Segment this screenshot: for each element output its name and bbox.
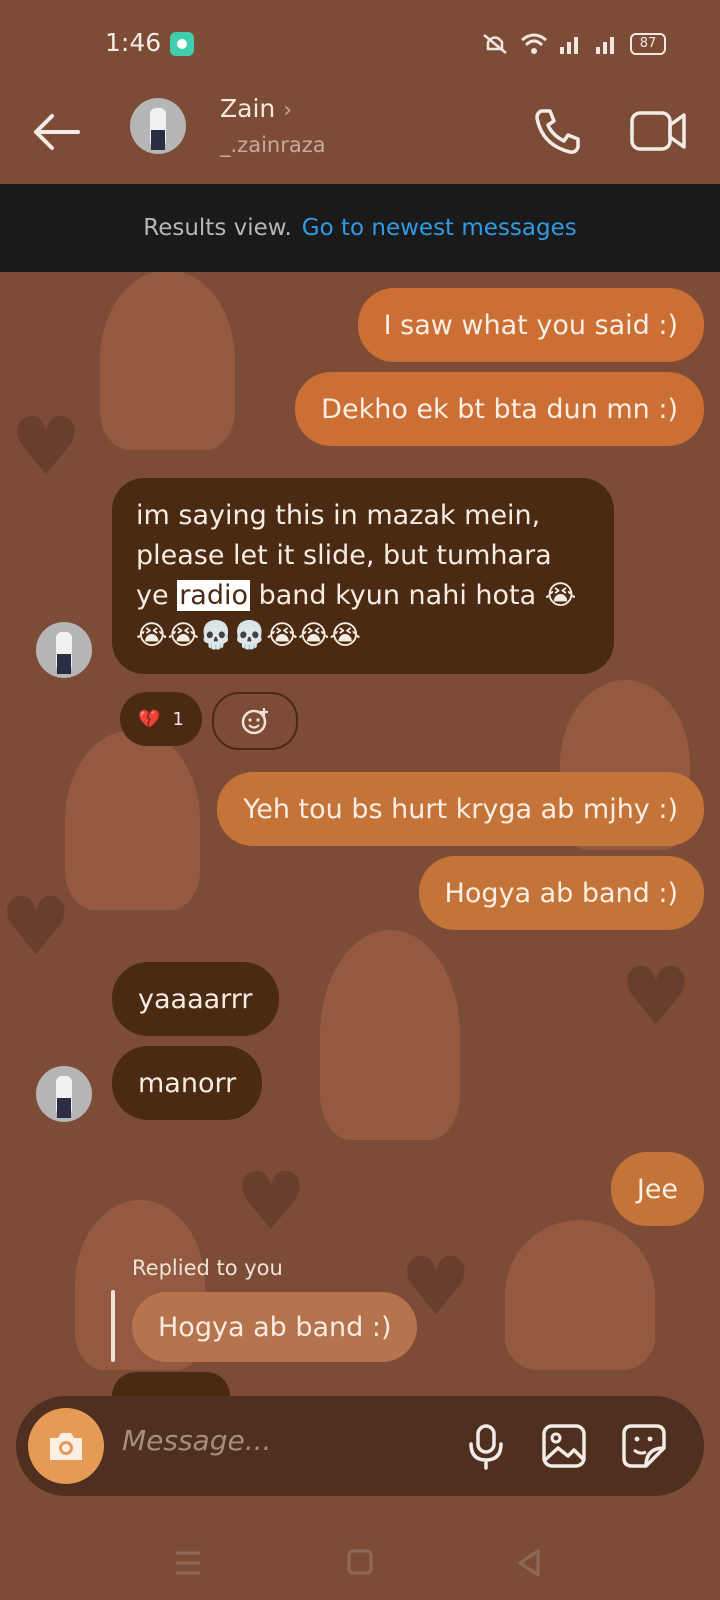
contact-name[interactable]: Zain › — [220, 94, 292, 123]
sticker-icon[interactable] — [620, 1422, 668, 1470]
message-composer — [16, 1396, 704, 1496]
go-to-newest-link[interactable]: Go to newest messages — [302, 215, 577, 241]
message-incoming[interactable]: im saying this in mazak mein, please let… — [112, 478, 614, 674]
wallpaper-cup — [320, 930, 460, 1140]
message-outgoing[interactable]: I saw what you said :) — [357, 288, 704, 362]
wallpaper-cup — [100, 270, 235, 450]
replied-to-label: Replied to you — [132, 1256, 283, 1280]
wallpaper-heart: ♥ — [235, 1155, 307, 1248]
phone-icon[interactable] — [532, 105, 584, 157]
wifi-icon — [521, 33, 547, 54]
message-outgoing[interactable]: Hogya ab band :) — [418, 856, 704, 930]
video-camera-icon[interactable] — [630, 107, 688, 155]
status-bar: 1:46 87 — [0, 0, 720, 90]
wallpaper-heart: ♥ — [620, 950, 692, 1043]
wallpaper-heart: ♥ — [0, 880, 72, 973]
reaction-count: 1 — [172, 708, 184, 730]
message-input[interactable]: Message... — [122, 1424, 271, 1457]
message-outgoing[interactable]: Jee — [610, 1152, 704, 1226]
avatar[interactable] — [36, 622, 92, 678]
results-view-banner: Results view. Go to newest messages — [0, 184, 720, 272]
avatar[interactable] — [130, 98, 186, 154]
microphone-icon[interactable] — [462, 1422, 510, 1470]
results-view-label: Results view. — [143, 215, 292, 241]
gallery-icon[interactable] — [540, 1422, 588, 1470]
wallpaper-heart: ♥ — [10, 400, 82, 493]
battery-indicator: 87 — [630, 33, 666, 55]
home-icon[interactable] — [346, 1548, 374, 1576]
avatar[interactable] — [36, 1066, 92, 1122]
search-highlight: radio — [177, 580, 250, 611]
message-incoming-partial[interactable] — [112, 1372, 230, 1396]
signal-icon — [560, 37, 578, 54]
wallpaper-cup — [65, 730, 200, 910]
system-nav-bar — [0, 1520, 720, 1600]
message-incoming[interactable]: manorr — [112, 1046, 263, 1120]
menu-icon[interactable] — [174, 1550, 202, 1576]
back-arrow-icon[interactable] — [30, 112, 82, 152]
message-outgoing[interactable]: Yeh tou bs hurt kryga ab mjhy :) — [217, 772, 704, 846]
camera-button[interactable] — [28, 1408, 104, 1484]
reaction-badge[interactable]: 💔 1 — [120, 692, 202, 746]
app-notification-icon — [170, 32, 194, 56]
add-reaction-button[interactable] — [212, 692, 298, 750]
contact-username: _.zainraza — [220, 133, 326, 157]
reply-indicator — [111, 1290, 115, 1362]
status-icons: 87 — [480, 30, 666, 58]
status-time: 1:46 — [105, 28, 162, 57]
broken-heart-icon: 💔 — [138, 708, 161, 730]
wallpaper-cup — [505, 1220, 655, 1370]
back-nav-icon[interactable] — [516, 1548, 542, 1578]
chevron-right-icon: › — [283, 98, 293, 123]
mute-icon — [483, 34, 507, 54]
camera-icon — [50, 1433, 82, 1460]
message-outgoing[interactable]: Dekho ek bt bta dun mn :) — [295, 372, 704, 446]
message-incoming[interactable]: yaaaarrr — [112, 962, 279, 1036]
reply-quote[interactable]: Hogya ab band :) — [132, 1292, 418, 1362]
react-add-icon — [241, 708, 268, 735]
signal-icon — [596, 37, 614, 54]
